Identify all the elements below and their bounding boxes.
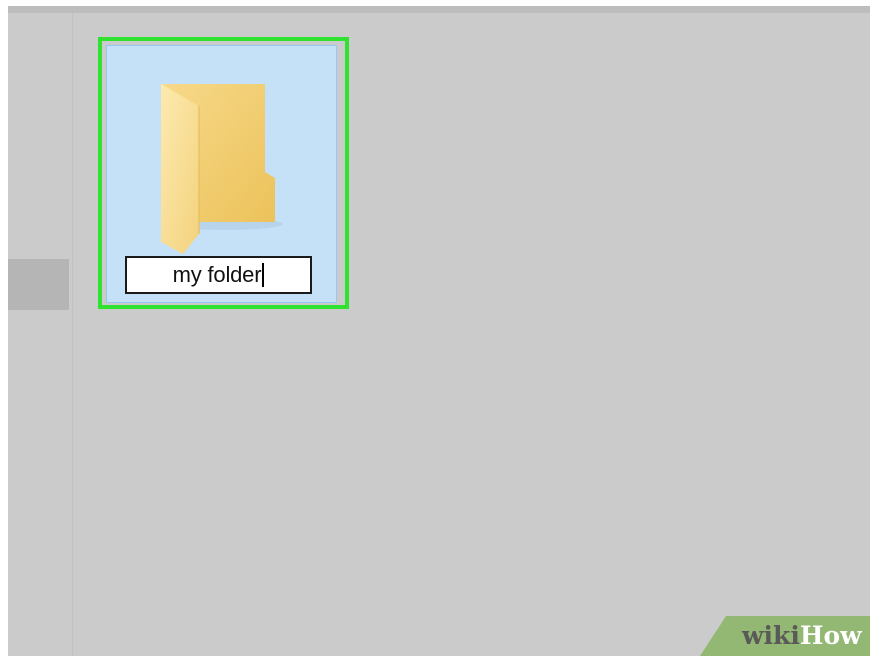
- watermark-text: wikiHow: [742, 621, 862, 650]
- folder-name-text: my folder: [172, 262, 262, 287]
- nav-pane-selected-item[interactable]: [8, 259, 69, 310]
- folder-icon: [161, 84, 283, 254]
- text-caret: [262, 263, 265, 287]
- toolbar-edge: [8, 6, 870, 13]
- wikihow-watermark: wikiHow: [700, 616, 870, 656]
- watermark-wiki: wiki: [742, 621, 800, 650]
- folder-name-rename-input[interactable]: my folder: [125, 256, 312, 294]
- navigation-pane: [8, 13, 73, 656]
- watermark-how: How: [799, 621, 862, 650]
